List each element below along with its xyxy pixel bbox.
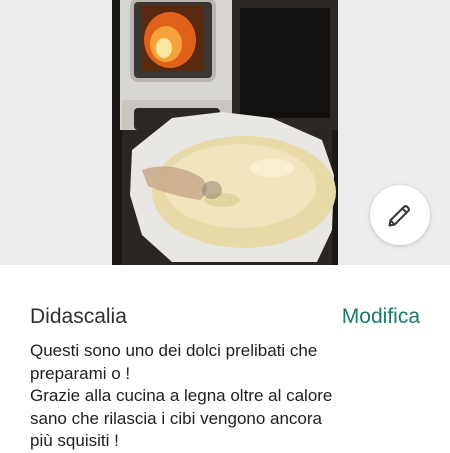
- caption-text: Questi sono uno dei dolci prelibati che …: [30, 341, 333, 450]
- photo[interactable]: [112, 0, 338, 265]
- edit-caption-link[interactable]: Modifica: [342, 305, 420, 329]
- edit-photo-button[interactable]: [370, 185, 430, 245]
- caption-header: Didascalia Modifica: [30, 302, 420, 332]
- pencil-icon: [388, 205, 410, 227]
- caption-title: Didascalia: [30, 305, 127, 328]
- media-area: [0, 0, 450, 265]
- photo-image: [112, 0, 338, 265]
